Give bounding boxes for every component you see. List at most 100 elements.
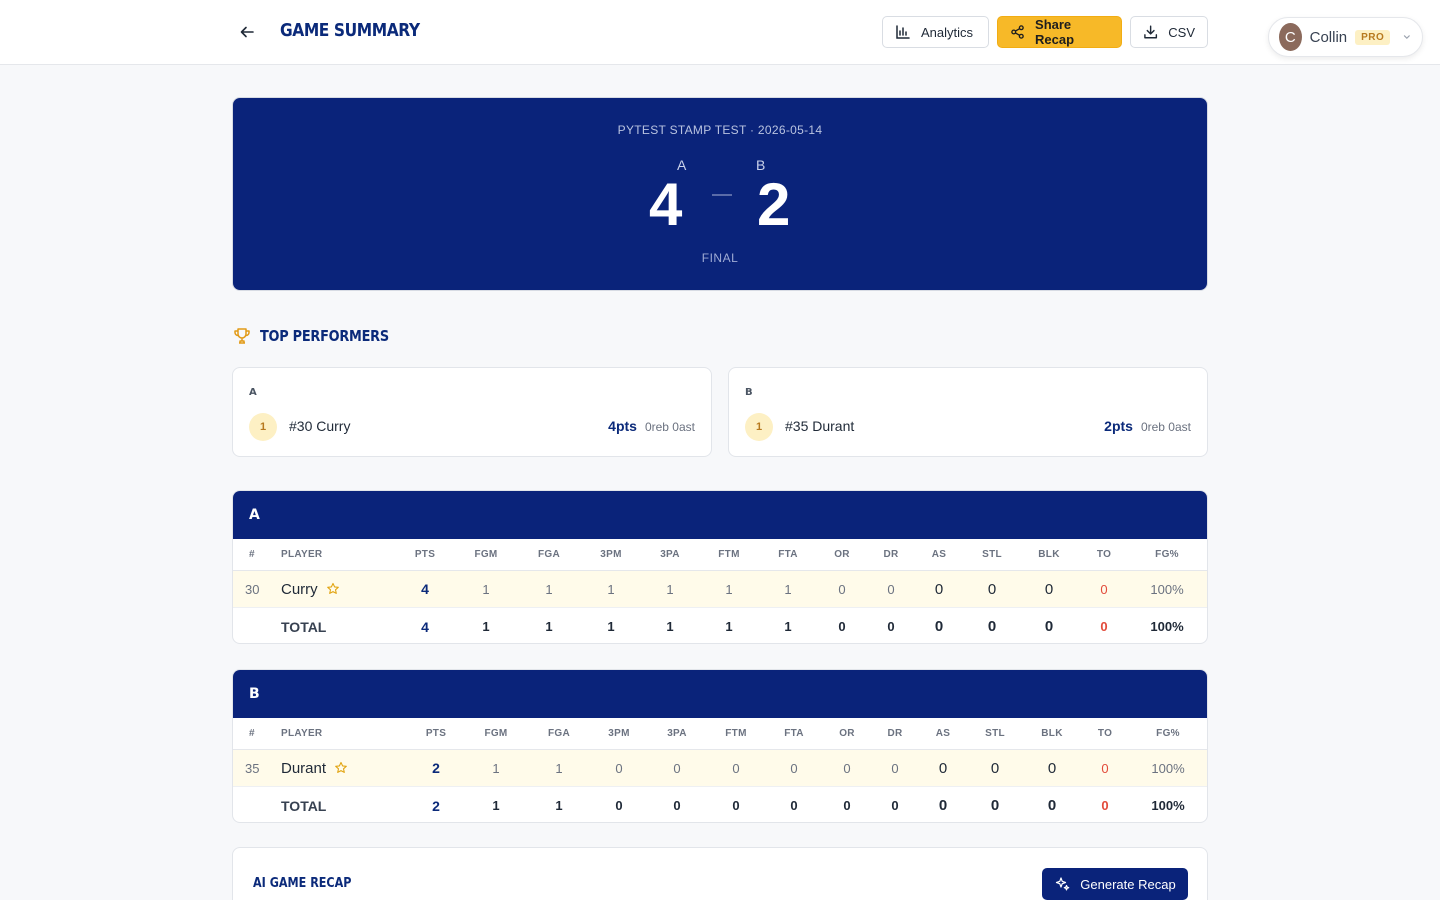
table-row[interactable]: 30 Curry 4 1 1 1 1 1 1 0 0 0 0 0 0 100% [233, 571, 1207, 608]
star-icon[interactable] [334, 761, 348, 775]
back-button[interactable] [232, 18, 262, 46]
cell-3pm: 0 [615, 760, 623, 776]
table-row[interactable]: 35 Durant 2 1 1 0 0 0 0 0 0 0 0 0 0 100% [233, 750, 1207, 787]
box-score-team-name: B [233, 670, 1207, 718]
cell-as: 0 [938, 759, 948, 777]
player-name[interactable]: Curry [281, 581, 318, 598]
star-icon[interactable] [326, 582, 340, 596]
cell-player: TOTAL [281, 787, 326, 822]
cell-to: 0 [1100, 619, 1108, 634]
avatar: C [1279, 23, 1302, 51]
cell-stl: 0 [987, 580, 997, 598]
col-header-blk: BLK [1041, 728, 1063, 739]
col-header-to: TO [1097, 728, 1113, 739]
col-header-3pm: 3PM [600, 549, 622, 560]
cell-player: TOTAL [281, 608, 326, 643]
cell-fga: 1 [545, 619, 553, 634]
cell-fga: 1 [555, 760, 563, 776]
analytics-button[interactable]: Analytics [882, 16, 989, 48]
rank-badge: 1 [745, 413, 773, 441]
analytics-label: Analytics [921, 24, 974, 40]
cell-number: 35 [245, 760, 260, 776]
cell-fg-pct: 100% [1150, 619, 1184, 634]
col-header-blk: BLK [1038, 549, 1060, 560]
cell-ftm: 1 [725, 619, 733, 634]
performer-team: A [249, 387, 257, 398]
trophy-icon [234, 328, 250, 344]
performer-points: 4pts [608, 418, 637, 434]
share-recap-label: Share Recap [1035, 17, 1075, 47]
player-name[interactable]: Durant [281, 760, 326, 777]
performer-stats: 2pts 0reb 0ast [1104, 418, 1191, 434]
cell-3pa: 1 [666, 619, 674, 634]
col-header-fg-pct: FG% [1155, 549, 1179, 560]
table-total-row: TOTAL 4 1 1 1 1 1 1 0 0 0 0 0 0 100% [233, 608, 1207, 643]
cell-fgm: 1 [482, 619, 490, 634]
cell-or: 0 [838, 581, 846, 597]
cell-3pa: 0 [673, 798, 681, 813]
table-header-row: # PLAYER PTS FGM FGA 3PM 3PA FTM FTA OR DR AS STL BLK… [233, 539, 1207, 571]
arrow-left-icon [240, 26, 254, 38]
col-header-ftm: FTM [718, 549, 740, 560]
cell-blk: 0 [1047, 759, 1057, 777]
cell-fta: 0 [790, 798, 798, 813]
col-header-fta: FTA [784, 728, 804, 739]
cell-to: 0 [1101, 760, 1109, 776]
pro-badge: PRO [1355, 29, 1391, 45]
performer-card-a: A 1 #30 Curry 4pts 0reb 0ast [232, 367, 712, 457]
game-meta: PYTEST STAMP TEST · 2026-05-14 [617, 123, 823, 137]
share-icon [1011, 25, 1024, 39]
col-header-player: PLAYER [281, 549, 323, 560]
cell-as: 0 [934, 580, 944, 598]
table-total-row: TOTAL 2 1 1 0 0 0 0 0 0 0 0 0 0 100% [233, 787, 1207, 822]
sparkles-icon [1056, 877, 1070, 891]
cell-player: Durant [281, 750, 348, 786]
col-header-fga: FGA [537, 549, 561, 560]
cell-number: 30 [245, 581, 260, 597]
page-title: GAME SUMMARY [280, 20, 420, 41]
cell-blk: 0 [1044, 580, 1054, 598]
cell-3pa: 0 [673, 760, 681, 776]
score-separator [712, 194, 732, 196]
cell-blk: 0 [1044, 618, 1054, 635]
cell-fga: 1 [555, 798, 563, 813]
cell-fgm: 1 [492, 760, 500, 776]
chevron-down-icon [1404, 35, 1411, 40]
col-header-number: # [249, 549, 255, 560]
col-header-3pa: 3PA [660, 549, 680, 560]
cell-3pa: 1 [666, 581, 674, 597]
col-header-fgm: FGM [474, 549, 498, 560]
cell-dr: 0 [891, 798, 899, 813]
col-header-to: TO [1096, 549, 1112, 560]
box-score-team-a: A # PLAYER PTS FGM FGA 3PM 3PA FTM FTA OR DR AS STL B… [232, 490, 1208, 644]
generate-recap-label: Generate Recap [1080, 876, 1176, 892]
away-score: 2 [757, 171, 791, 238]
cell-dr: 0 [891, 760, 899, 776]
performer-team: B [745, 387, 753, 398]
cell-stl: 0 [987, 618, 997, 635]
cell-pts: 2 [432, 760, 440, 776]
cell-stl: 0 [990, 759, 1000, 777]
generate-recap-button[interactable]: Generate Recap [1042, 868, 1188, 900]
csv-button[interactable]: CSV [1130, 16, 1208, 48]
ai-recap-card: AI GAME RECAP Generate Recap [232, 847, 1208, 900]
ai-recap-title: AI GAME RECAP [253, 876, 352, 891]
cell-fga: 1 [545, 581, 553, 597]
performer-stats: 4pts 0reb 0ast [608, 418, 695, 434]
user-menu[interactable]: C Collin PRO [1268, 17, 1423, 57]
share-recap-button[interactable]: Share Recap [997, 16, 1122, 48]
cell-player: Curry [281, 571, 340, 607]
col-header-dr: DR [883, 549, 899, 560]
cell-fta: 1 [784, 619, 792, 634]
cell-stl: 0 [990, 797, 1000, 814]
rank-badge: 1 [249, 413, 277, 441]
cell-fta: 1 [784, 581, 792, 597]
top-bar: GAME SUMMARY Analytics Share Recap CSV C… [0, 0, 1440, 65]
col-header-player: PLAYER [281, 728, 323, 739]
cell-fgm: 1 [492, 798, 500, 813]
col-header-fta: FTA [778, 549, 798, 560]
col-header-stl: STL [982, 549, 1002, 560]
csv-label: CSV [1168, 24, 1195, 40]
col-header-stl: STL [985, 728, 1005, 739]
cell-fg-pct: 100% [1151, 760, 1185, 776]
